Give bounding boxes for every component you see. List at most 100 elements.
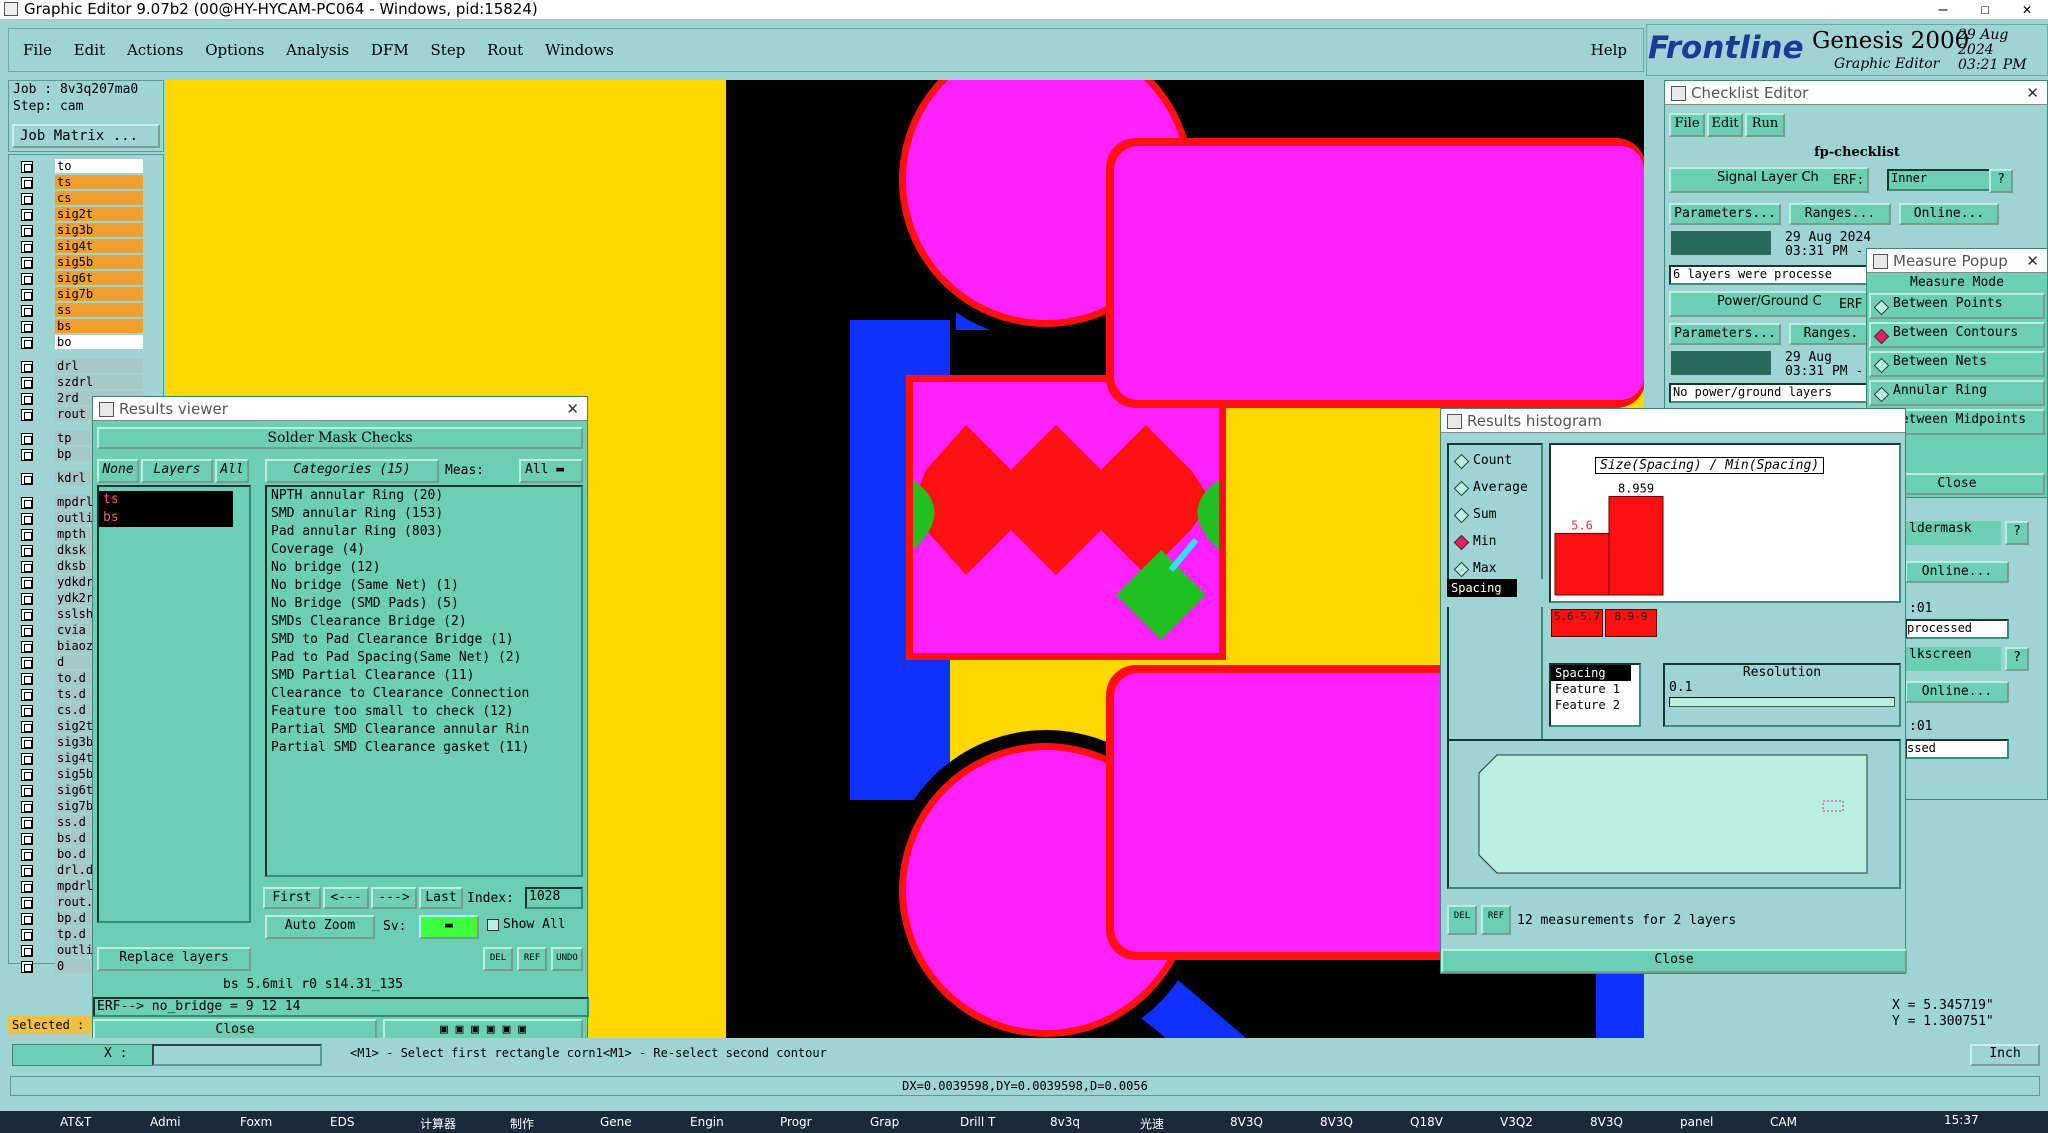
layer-row[interactable]: to [15, 159, 143, 174]
category-item[interactable]: Pad to Pad Spacing(Same Net) (2) [267, 649, 581, 667]
category-item[interactable]: SMDs Clearance Bridge (2) [267, 613, 581, 631]
layer-item-bs[interactable]: bs [99, 509, 233, 527]
taskbar-item[interactable]: Drill T [960, 1115, 995, 1129]
taskbar-item[interactable]: Progr [780, 1115, 812, 1129]
checklist-menu-file[interactable]: File [1669, 113, 1705, 137]
measure-option[interactable]: Annular Ring [1869, 380, 2045, 406]
x-field[interactable] [152, 1044, 322, 1066]
menu-actions[interactable]: Actions [127, 41, 183, 59]
layer-checkbox[interactable] [21, 737, 33, 749]
layer-name[interactable]: drl [55, 359, 143, 373]
layer-checkbox[interactable] [21, 785, 33, 797]
layer-checkbox[interactable] [21, 865, 33, 877]
ranges-button[interactable]: Ranges... [1789, 203, 1891, 225]
stat-option[interactable]: Min [1453, 534, 1496, 549]
taskbar-item[interactable]: Foxm [240, 1115, 272, 1129]
close-icon[interactable]: ✕ [2026, 81, 2039, 105]
menu-step[interactable]: Step [431, 41, 466, 59]
layer-row[interactable]: sig3b [15, 223, 143, 238]
help3-button[interactable]: ? [2005, 647, 2029, 671]
all-button[interactable]: All [215, 459, 249, 483]
prev-button[interactable]: <--- [323, 887, 369, 909]
layer-name[interactable]: sig4t [55, 239, 143, 253]
stat-option[interactable]: Max [1453, 561, 1496, 576]
ref-button[interactable]: REF [517, 947, 547, 971]
layer-name[interactable]: cs [55, 191, 143, 205]
layer-checkbox[interactable] [21, 641, 33, 653]
close-icon[interactable]: ✕ [2026, 249, 2039, 273]
online3-button[interactable]: Online... [1905, 681, 2009, 703]
category-item[interactable]: SMD to Pad Clearance Bridge (1) [267, 631, 581, 649]
minimize-button[interactable]: — [1922, 0, 1964, 20]
taskbar-item[interactable]: Gene [600, 1115, 632, 1129]
hist-del-button[interactable]: DEL [1447, 905, 1477, 935]
category-item[interactable]: NPTH annular Ring (20) [267, 487, 581, 505]
auto-zoom-select[interactable]: Auto Zoom [265, 915, 375, 939]
taskbar-item[interactable]: 制作 [510, 1115, 534, 1132]
none-button[interactable]: None [97, 459, 139, 483]
layer-name[interactable]: sig7b [55, 287, 143, 301]
taskbar-item[interactable]: 8V3Q [1230, 1115, 1263, 1129]
units-button[interactable]: Inch [1970, 1044, 2040, 1066]
index-field[interactable]: 1028 [525, 887, 583, 909]
layer-row[interactable]: bo [15, 335, 143, 350]
layer-checkbox[interactable] [21, 721, 33, 733]
layer-checkbox[interactable] [21, 529, 33, 541]
layer-checkbox[interactable] [21, 177, 33, 189]
menu-edit[interactable]: Edit [74, 41, 105, 59]
layer-row[interactable]: sig2t [15, 207, 143, 222]
layer-row[interactable]: bs [15, 319, 143, 334]
category-item[interactable]: Coverage (4) [267, 541, 581, 559]
menu-windows[interactable]: Windows [545, 41, 614, 59]
taskbar-item[interactable]: CAM [1770, 1115, 1797, 1129]
category-item[interactable]: SMD Partial Clearance (11) [267, 667, 581, 685]
layer-checkbox[interactable] [21, 225, 33, 237]
layer-item-ts[interactable]: ts [99, 491, 233, 509]
layer-checkbox[interactable] [21, 625, 33, 637]
layer-row[interactable]: cs [15, 191, 143, 206]
menu-file[interactable]: File [23, 41, 52, 59]
layer-checkbox[interactable] [21, 473, 33, 485]
layer-checkbox[interactable] [21, 305, 33, 317]
first-button[interactable]: First [263, 887, 321, 909]
layer-checkbox[interactable] [21, 433, 33, 445]
layer-checkbox[interactable] [21, 545, 33, 557]
layer-checkbox[interactable] [21, 513, 33, 525]
layer-checkbox[interactable] [21, 897, 33, 909]
category-item[interactable]: Clearance to Clearance Connection [267, 685, 581, 703]
layer-name[interactable]: sig5b [55, 255, 143, 269]
parameters2-button[interactable]: Parameters... [1669, 323, 1781, 345]
checks-header[interactable]: Solder Mask Checks [97, 427, 583, 449]
category-item[interactable]: No Bridge (SMD Pads) (5) [267, 595, 581, 613]
taskbar-item[interactable]: EDS [330, 1115, 354, 1129]
layer-checkbox[interactable] [21, 849, 33, 861]
job-matrix-button[interactable]: Job Matrix ... [12, 124, 160, 148]
taskbar-item[interactable]: Admi [150, 1115, 181, 1129]
taskbar-item[interactable]: Engin [690, 1115, 724, 1129]
table-row-spacing[interactable]: Spacing [1551, 665, 1631, 681]
resolution-slider[interactable] [1669, 697, 1895, 707]
category-item[interactable]: Feature too small to check (12) [267, 703, 581, 721]
show-all-checkbox[interactable] [487, 919, 499, 931]
layer-checkbox[interactable] [21, 193, 33, 205]
measure-option[interactable]: Between Contours [1869, 322, 2045, 348]
layer-checkbox[interactable] [21, 497, 33, 509]
parameters-button[interactable]: Parameters... [1669, 203, 1781, 225]
category-item[interactable]: Pad annular Ring (803) [267, 523, 581, 541]
checklist-menu-run[interactable]: Run [1745, 113, 1785, 137]
last-button[interactable]: Last [419, 887, 463, 909]
layer-name[interactable]: to [55, 159, 143, 173]
menu-help[interactable]: Help [1591, 41, 1627, 59]
layer-row[interactable]: sig6t [15, 271, 143, 286]
layer-checkbox[interactable] [21, 913, 33, 925]
sv-select[interactable]: ▬ [419, 915, 479, 939]
layer-checkbox[interactable] [21, 817, 33, 829]
layers-list[interactable]: ts bs [97, 485, 251, 923]
measure-option[interactable]: Between Nets [1869, 351, 2045, 377]
taskbar-item[interactable]: 光速 [1140, 1115, 1164, 1132]
layer-row[interactable]: drl [15, 359, 143, 374]
layer-row[interactable]: szdrl [15, 375, 143, 390]
meas-select[interactable]: All ▬ [519, 459, 583, 483]
next-button[interactable]: ---> [371, 887, 417, 909]
layer-checkbox[interactable] [21, 209, 33, 221]
